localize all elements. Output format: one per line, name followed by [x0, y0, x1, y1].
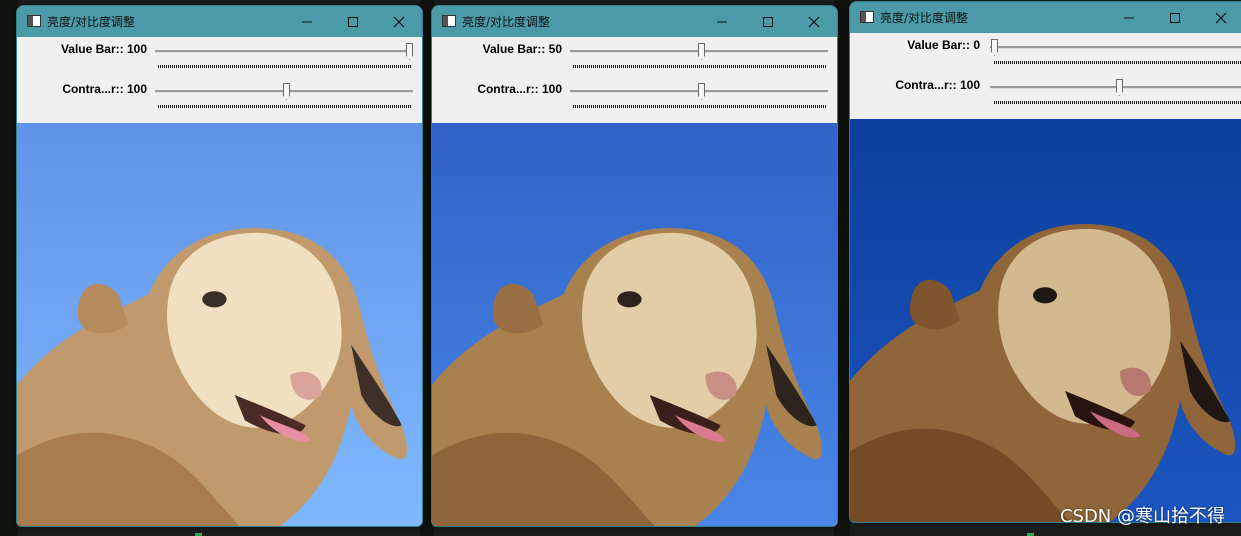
contrast-bar-thumb[interactable]: [1116, 79, 1123, 96]
brightness-contrast-window-1[interactable]: 亮度/对比度调整 Value Bar:: 100 Contra...r:: 10…: [16, 5, 423, 527]
sheep-photo: [17, 123, 422, 526]
brightness-contrast-window-3[interactable]: 亮度/对比度调整 Value Bar:: 0 Contra...r:: 100: [849, 1, 1241, 523]
app-icon: [442, 15, 456, 27]
close-icon: [393, 16, 405, 28]
maximize-button[interactable]: [330, 6, 376, 37]
value-bar-thumb[interactable]: [991, 39, 998, 56]
trackbar-panel: Value Bar:: 0 Contra...r:: 100: [850, 33, 1241, 119]
value-bar-track[interactable]: [155, 50, 413, 53]
minimize-button[interactable]: [1106, 2, 1152, 33]
close-button[interactable]: [1198, 2, 1241, 33]
contrast-bar-thumb[interactable]: [283, 83, 290, 100]
title-bar[interactable]: 亮度/对比度调整: [850, 2, 1241, 33]
value-bar-ticks: [573, 65, 826, 68]
close-icon: [1215, 12, 1227, 24]
sheep-image: [432, 123, 837, 526]
window-title: 亮度/对比度调整: [462, 15, 551, 29]
value-bar-ticks: [158, 65, 411, 68]
minimize-icon: [1124, 17, 1134, 19]
minimize-icon: [717, 21, 727, 23]
contrast-bar-track[interactable]: [990, 86, 1241, 89]
value-bar-ticks: [994, 61, 1241, 64]
contrast-bar-label: Contra...r:: 100: [477, 82, 562, 96]
app-icon: [27, 15, 41, 27]
close-icon: [808, 16, 820, 28]
title-bar[interactable]: 亮度/对比度调整: [17, 6, 422, 37]
maximize-button[interactable]: [1152, 2, 1198, 33]
value-bar-label: Value Bar:: 50: [482, 42, 562, 56]
sheep-image: [17, 123, 422, 526]
window-title: 亮度/对比度调整: [47, 15, 136, 29]
maximize-icon: [763, 17, 773, 27]
watermark: CSDN @寒山拾不得: [1059, 506, 1225, 527]
contrast-bar-ticks: [158, 105, 411, 108]
value-bar-track[interactable]: [990, 46, 1241, 49]
brightness-contrast-window-2[interactable]: 亮度/对比度调整 Value Bar:: 50 Contra...r:: 100: [431, 5, 838, 527]
trackbar-panel: Value Bar:: 50 Contra...r:: 100: [432, 37, 837, 123]
sheep-photo: [850, 119, 1241, 522]
app-icon: [860, 11, 874, 23]
title-bar[interactable]: 亮度/对比度调整: [432, 6, 837, 37]
maximize-button[interactable]: [745, 6, 791, 37]
contrast-bar-ticks: [994, 101, 1241, 104]
contrast-bar-label: Contra...r:: 100: [62, 82, 147, 96]
close-button[interactable]: [376, 6, 422, 37]
contrast-bar-ticks: [573, 105, 826, 108]
trackbar-panel: Value Bar:: 100 Contra...r:: 100: [17, 37, 422, 123]
maximize-icon: [1170, 13, 1180, 23]
value-bar-label: Value Bar:: 0: [907, 38, 980, 52]
contrast-bar-label: Contra...r:: 100: [895, 78, 980, 92]
close-button[interactable]: [791, 6, 837, 37]
value-bar-thumb[interactable]: [406, 43, 413, 60]
sheep-photo: [432, 123, 837, 526]
contrast-bar-thumb[interactable]: [698, 83, 705, 100]
minimize-icon: [302, 21, 312, 23]
sheep-image: [850, 119, 1241, 522]
value-bar-thumb[interactable]: [698, 43, 705, 60]
value-bar-label: Value Bar:: 100: [60, 42, 147, 56]
maximize-icon: [348, 17, 358, 27]
minimize-button[interactable]: [699, 6, 745, 37]
window-title: 亮度/对比度调整: [880, 11, 969, 25]
minimize-button[interactable]: [284, 6, 330, 37]
